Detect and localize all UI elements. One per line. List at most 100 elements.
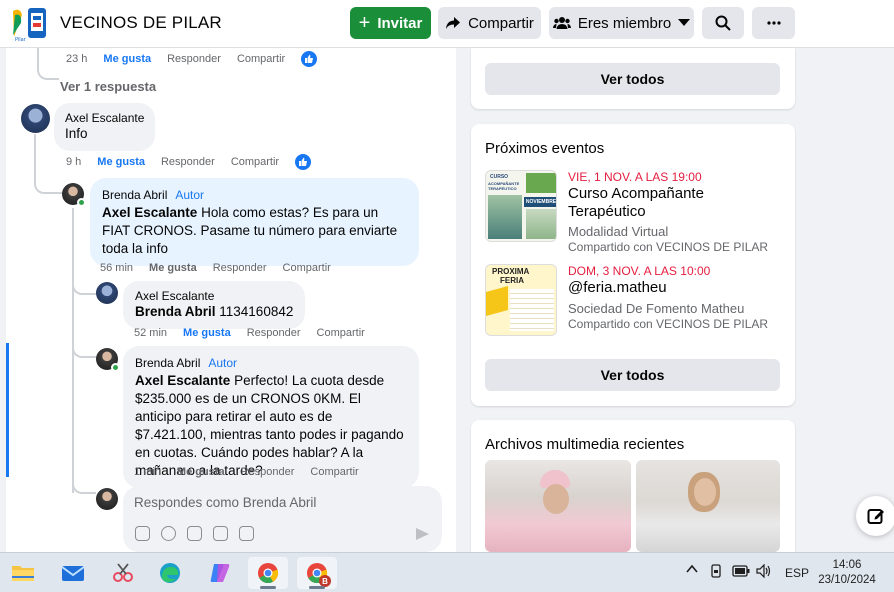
like-button[interactable]: Me gusta <box>97 156 145 168</box>
more-options-button[interactable] <box>752 7 795 39</box>
event-item[interactable]: CURSO ACOMPAÑANTE TERAPÉUTICO NOVIEMBRE … <box>485 170 785 254</box>
thread-connector <box>37 48 59 80</box>
avatar-sticker-icon[interactable] <box>239 526 254 541</box>
gif-icon[interactable] <box>213 526 228 541</box>
thread-connector <box>72 330 96 358</box>
thumbs-up-icon[interactable] <box>301 51 318 67</box>
like-button[interactable]: Me gusta <box>103 53 151 65</box>
svg-text:Pilar: Pilar <box>15 37 27 43</box>
avatar[interactable] <box>96 282 118 304</box>
event-item[interactable]: PROXIMA FERIA DOM, 3 NOV. A LAS 10:00 @f… <box>485 264 785 344</box>
view-replies-link[interactable]: Ver 1 respuesta <box>60 79 156 94</box>
comment-time[interactable]: 1 min <box>134 466 161 478</box>
mention-link[interactable]: Axel Escalante <box>102 205 197 220</box>
online-indicator <box>111 363 120 372</box>
share-button[interactable]: Compartir <box>438 7 541 39</box>
sticker-icon[interactable] <box>135 526 150 541</box>
thread-connector <box>72 273 96 295</box>
see-all-button[interactable]: Ver todos <box>485 63 780 95</box>
like-button[interactable]: Me gusta <box>177 466 225 478</box>
emoji-icon[interactable] <box>161 526 176 541</box>
taskbar-chrome-profile-2[interactable]: B <box>297 557 337 589</box>
new-post-button[interactable] <box>856 496 894 536</box>
comment-bubble: Brenda Abril Autor Axel Escalante Hola co… <box>90 178 419 266</box>
show-hidden-icons[interactable] <box>686 563 698 578</box>
comment-time[interactable]: 9 h <box>66 156 81 168</box>
camera-icon[interactable] <box>187 526 202 541</box>
comment-text: Info <box>65 126 88 141</box>
event-title[interactable]: Curso Acompañante Terapéutico <box>568 185 768 221</box>
plus-icon: + <box>358 12 371 34</box>
taskbar-copilot[interactable] <box>200 557 240 589</box>
taskbar-mail[interactable] <box>53 557 93 589</box>
taskbar-chrome-profile-1[interactable] <box>248 557 288 589</box>
mention-link[interactable]: Brenda Abril <box>135 304 216 319</box>
mention-link[interactable]: Axel Escalante <box>135 373 230 388</box>
comment-body: Perfecto! La cuota desde $235.000 es de … <box>135 373 404 478</box>
taskbar-edge[interactable] <box>150 557 190 589</box>
like-button[interactable]: Me gusta <box>149 262 197 274</box>
share-comment-button[interactable]: Compartir <box>283 262 331 274</box>
device-icon-button[interactable] <box>709 564 723 581</box>
reply-button[interactable]: Responder <box>241 466 295 478</box>
avatar[interactable] <box>21 104 50 133</box>
taskbar-snipping[interactable] <box>103 557 143 589</box>
comment-author[interactable]: Axel Escalante <box>65 111 144 125</box>
comments-panel: 23 h Me gusta Responder Compartir Ver 1 … <box>6 48 456 552</box>
reply-button[interactable]: Responder <box>247 327 301 339</box>
reply-button[interactable]: Responder <box>167 53 221 65</box>
share-icon <box>446 17 461 29</box>
member-button[interactable]: Eres miembro <box>549 7 694 39</box>
see-all-events-button[interactable]: Ver todos <box>485 359 780 391</box>
comment-time[interactable]: 52 min <box>134 327 167 339</box>
search-button[interactable] <box>702 7 744 39</box>
comment-bubble: Axel Escalante Brenda Abril 1134160842 <box>123 281 306 329</box>
mail-icon <box>61 566 85 581</box>
reply-button[interactable]: Responder <box>161 156 215 168</box>
media-thumbnail[interactable] <box>636 460 780 552</box>
thumb-text: PROXIMA <box>492 267 530 276</box>
share-comment-button[interactable]: Compartir <box>237 53 285 65</box>
thumb-text: ACOMPAÑANTE TERAPÉUTICO <box>488 181 520 191</box>
comment-author[interactable]: Brenda Abril <box>135 356 200 370</box>
megaphone-icon <box>486 286 508 316</box>
thumbs-up-icon[interactable] <box>295 154 312 170</box>
taskbar-file-explorer[interactable] <box>3 557 43 589</box>
comment-author[interactable]: Brenda Abril <box>102 188 167 202</box>
invite-button[interactable]: + Invitar <box>350 7 431 39</box>
like-button[interactable]: Me gusta <box>183 327 231 339</box>
event-subtitle: Modalidad Virtual <box>568 224 669 239</box>
volume-button[interactable] <box>756 563 772 581</box>
event-thumbnail[interactable]: PROXIMA FERIA <box>485 264 557 336</box>
member-label: Eres miembro <box>577 14 672 32</box>
taskbar: B ESP 14:06 23/10/2024 <box>0 552 894 592</box>
active-indicator <box>309 586 325 589</box>
language-indicator[interactable]: ESP <box>785 566 809 580</box>
my-avatar[interactable] <box>96 488 118 510</box>
share-comment-button[interactable]: Compartir <box>317 327 365 339</box>
media-thumbnail[interactable] <box>485 460 631 552</box>
reply-button[interactable]: Responder <box>213 262 267 274</box>
invite-label: Invitar <box>377 14 423 32</box>
comment-text: Brenda Abril 1134160842 <box>135 303 293 321</box>
comment-time[interactable]: 23 h <box>66 53 87 65</box>
folder-icon <box>12 566 34 581</box>
reply-input[interactable]: Respondes como Brenda Abril <box>123 486 442 552</box>
battery-button[interactable] <box>732 565 750 580</box>
online-indicator <box>77 198 86 207</box>
comment-author[interactable]: Axel Escalante <box>135 289 293 303</box>
copilot-icon <box>210 564 230 582</box>
event-date: VIE, 1 NOV. A LAS 19:00 <box>568 170 702 184</box>
share-comment-button[interactable]: Compartir <box>310 466 358 478</box>
scissors-icon <box>113 563 133 582</box>
group-logo[interactable]: Pilar <box>10 5 50 43</box>
event-thumbnail[interactable]: CURSO ACOMPAÑANTE TERAPÉUTICO NOVIEMBRE <box>485 170 557 242</box>
share-comment-button[interactable]: Compartir <box>231 156 279 168</box>
send-icon[interactable] <box>416 528 429 540</box>
clock[interactable]: 14:06 23/10/2024 <box>808 558 886 588</box>
group-name[interactable]: VECINOS DE PILAR <box>60 13 222 33</box>
compose-icon <box>867 509 884 524</box>
event-title[interactable]: @feria.matheu <box>568 279 768 297</box>
comment-time[interactable]: 56 min <box>100 262 133 274</box>
face-shape <box>543 484 569 514</box>
